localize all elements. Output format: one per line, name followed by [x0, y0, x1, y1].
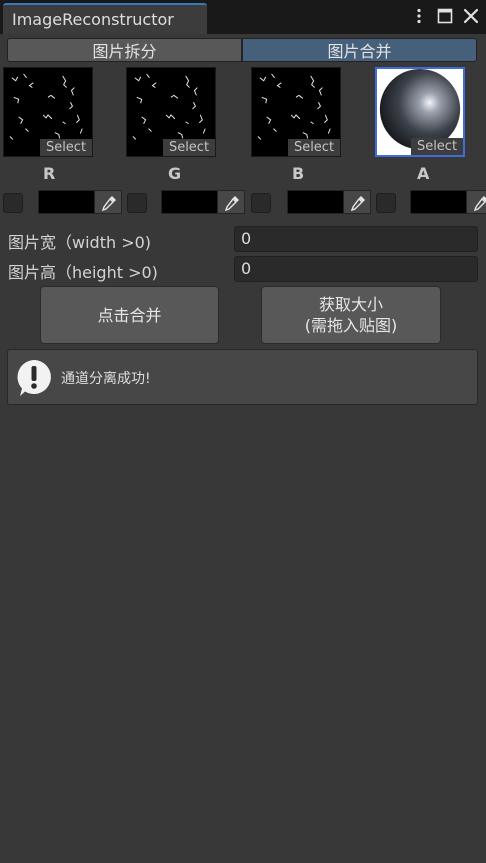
channel-label-a: A — [417, 164, 430, 183]
window-content: 图片拆分 图片合并 Select Select Select Select R … — [0, 34, 486, 863]
window-titlebar: ImageReconstructor — [0, 0, 486, 34]
tab-split[interactable]: 图片拆分 — [7, 38, 242, 62]
width-label: 图片宽（width >0) — [8, 233, 152, 252]
texture-slot-r[interactable]: Select — [3, 67, 93, 157]
info-exclamation-icon — [17, 360, 51, 396]
channel-label-r: R — [43, 164, 56, 183]
channel-checkbox-r[interactable] — [3, 193, 23, 213]
eyedropper-icon — [473, 196, 486, 212]
select-button[interactable]: Select — [411, 138, 463, 155]
channel-checkbox-a[interactable] — [376, 193, 396, 213]
color-field-a[interactable] — [410, 190, 466, 214]
eyedropper-icon — [224, 196, 239, 212]
get-size-label-line1: 获取大小 — [318, 295, 383, 314]
eyedropper-button-b[interactable] — [343, 190, 371, 214]
eyedropper-icon — [101, 196, 116, 212]
channel-checkbox-b[interactable] — [251, 193, 271, 213]
kebab-menu-icon[interactable] — [410, 7, 428, 25]
texture-slot-g[interactable]: Select — [126, 67, 216, 157]
color-field-g[interactable] — [161, 190, 217, 214]
color-field-b[interactable] — [287, 190, 343, 214]
eyedropper-button-a[interactable] — [466, 190, 486, 214]
get-size-button[interactable]: 获取大小 (需拖入贴图) — [261, 286, 441, 344]
color-field-r[interactable] — [38, 190, 94, 214]
eyedropper-button-r[interactable] — [94, 190, 122, 214]
merge-button[interactable]: 点击合并 — [40, 286, 219, 344]
height-label: 图片高（height >0) — [8, 263, 158, 282]
maximize-icon[interactable] — [436, 7, 454, 25]
channel-label-b: B — [292, 164, 305, 183]
window-title: ImageReconstructor — [12, 10, 174, 29]
eyedropper-icon — [350, 196, 365, 212]
status-message-text: 通道分离成功! — [61, 371, 151, 387]
tab-merge[interactable]: 图片合并 — [242, 38, 477, 62]
get-size-label-line2: (需拖入贴图) — [304, 316, 398, 335]
texture-slot-b[interactable]: Select — [251, 67, 341, 157]
status-message-box: 通道分离成功! — [7, 349, 478, 405]
merge-button-label: 点击合并 — [97, 305, 162, 325]
texture-slot-a[interactable]: Select — [375, 67, 465, 157]
select-button[interactable]: Select — [40, 139, 92, 156]
window-tab[interactable]: ImageReconstructor — [3, 3, 207, 34]
channel-checkbox-g[interactable] — [127, 193, 147, 213]
window-controls — [410, 6, 480, 26]
height-input[interactable]: 0 — [234, 256, 478, 282]
select-button[interactable]: Select — [288, 139, 340, 156]
mode-toolbar: 图片拆分 图片合并 — [7, 38, 477, 62]
width-input[interactable]: 0 — [234, 226, 478, 252]
channel-label-g: G — [168, 164, 182, 183]
select-button[interactable]: Select — [163, 139, 215, 156]
close-icon[interactable] — [462, 7, 480, 25]
eyedropper-button-g[interactable] — [217, 190, 245, 214]
